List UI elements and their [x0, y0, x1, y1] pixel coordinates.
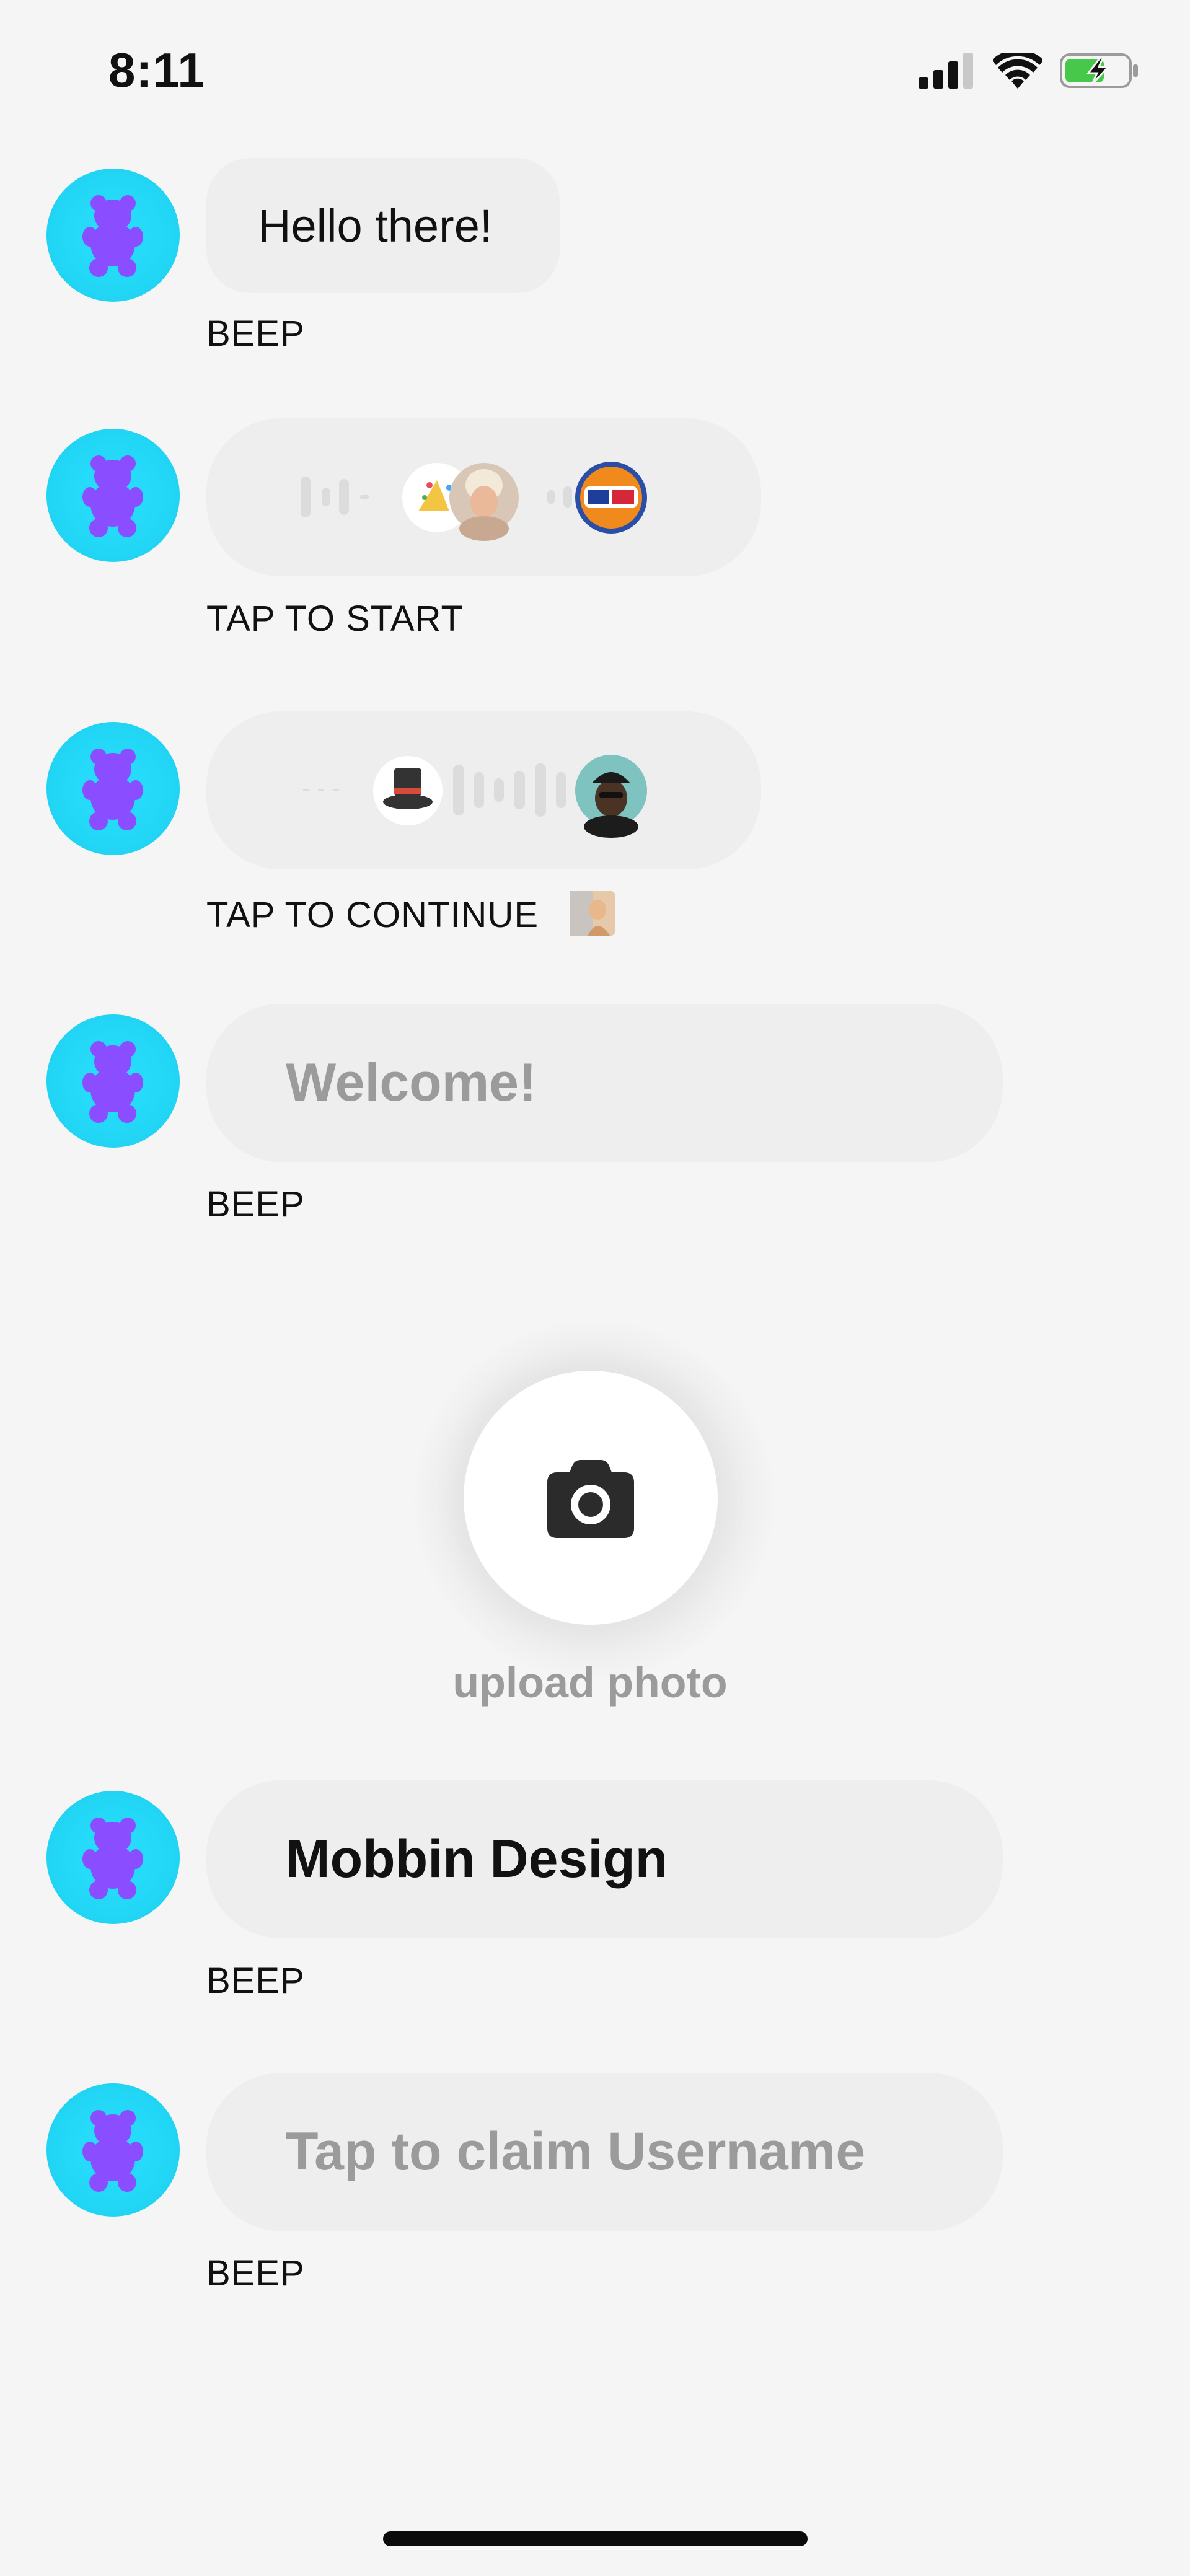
- camera-icon: [547, 1460, 634, 1538]
- sender-avatar[interactable]: [46, 429, 180, 562]
- gummy-bear-icon: [82, 1818, 143, 1899]
- name-input-bubble[interactable]: Mobbin Design: [206, 1780, 1003, 1938]
- reaction-avatar-nba-jam-icon: [575, 462, 647, 534]
- message-caption: BEEP: [206, 2253, 305, 2293]
- caption-text: TAP TO CONTINUE: [206, 895, 539, 935]
- audio-waveform: [303, 755, 647, 838]
- status-bar: 8:11: [0, 0, 1190, 143]
- gummy-bear-icon: [82, 1041, 143, 1123]
- message-bubble[interactable]: Welcome!: [206, 1004, 1003, 1162]
- gummy-bear-icon: [82, 2110, 143, 2192]
- audio-waveform: [301, 462, 647, 541]
- sender-avatar[interactable]: [46, 1014, 180, 1148]
- reaction-avatar-top-hat-icon: [373, 756, 443, 825]
- status-time: 8:11: [108, 43, 205, 97]
- gummy-bear-icon: [82, 195, 143, 277]
- sender-avatar[interactable]: [46, 1791, 180, 1924]
- sender-avatar[interactable]: [46, 2083, 180, 2217]
- message-caption: BEEP: [206, 1184, 305, 1224]
- sender-avatar[interactable]: [46, 169, 180, 302]
- battery-charging-icon: [1060, 53, 1138, 88]
- reaction-avatar-person-icon: [449, 463, 519, 541]
- display-name-text: Mobbin Design: [286, 1829, 668, 1889]
- gummy-bear-icon: [82, 749, 143, 830]
- photo-thumbnail-icon[interactable]: [570, 891, 615, 936]
- message-text: Welcome!: [286, 1053, 537, 1112]
- audio-bubble[interactable]: [206, 711, 761, 869]
- gummy-bear-icon: [82, 455, 143, 537]
- claim-username-text: Tap to claim Username: [286, 2122, 866, 2181]
- message-caption: BEEP: [206, 1961, 305, 2001]
- sender-avatar[interactable]: [46, 722, 180, 855]
- upload-photo-label[interactable]: upload photo: [0, 1658, 1180, 1707]
- message-caption: BEEP: [206, 314, 305, 354]
- message-text: Hello there!: [258, 200, 493, 252]
- audio-bubble[interactable]: [206, 418, 761, 576]
- message-caption: TAP TO START: [206, 599, 464, 639]
- claim-username-button[interactable]: Tap to claim Username: [206, 2073, 1003, 2231]
- status-icons: [919, 52, 1140, 89]
- message-bubble[interactable]: Hello there!: [206, 158, 560, 293]
- home-indicator[interactable]: [383, 2531, 808, 2546]
- cellular-signal-icon: [919, 53, 973, 89]
- message-caption: TAP TO CONTINUE: [206, 891, 615, 936]
- wifi-icon: [993, 53, 1042, 89]
- reaction-avatar-person-cap-icon: [575, 755, 647, 838]
- upload-photo-button[interactable]: [464, 1371, 718, 1625]
